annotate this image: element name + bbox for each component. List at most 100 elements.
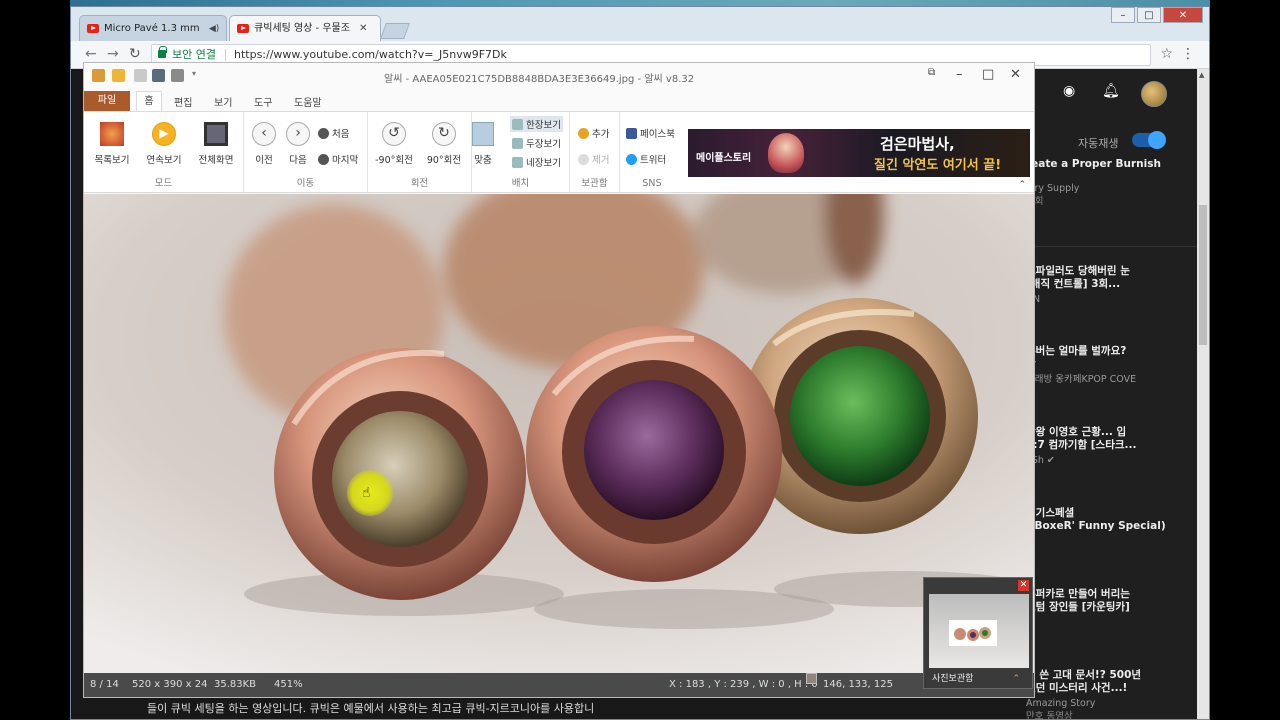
youtube-header-icons: ⋮ ◉ 🔔︎	[1026, 79, 1209, 109]
new-tab-button[interactable]	[380, 23, 410, 39]
youtube-icon	[87, 24, 99, 33]
last-button[interactable]: 마지막	[318, 152, 358, 166]
navigator-thumbnail[interactable]	[929, 594, 1029, 668]
add-button[interactable]: 추가	[578, 126, 609, 140]
image-viewer-window: ▾ 알씨 - AAEA05E021C75DB8848BDA3E3E36649.j…	[83, 62, 1035, 698]
fit-label: 맞춤	[474, 155, 492, 166]
video-meta: 상	[1026, 306, 1209, 319]
list-view-button[interactable]: 목록보기	[86, 118, 138, 166]
recommended-video-7[interactable]: 에 쓴 고대 문서!? 500년 었던 미스터리 사건...! Amazing …	[1026, 669, 1209, 719]
twitter-button[interactable]: 트위터	[626, 152, 666, 166]
autoplay-label: 자동재생	[1078, 137, 1119, 150]
single-view-button[interactable]: 한장보기	[510, 116, 563, 132]
tab-file[interactable]: 파일	[84, 91, 130, 111]
four-view-icon	[512, 157, 523, 168]
next-button[interactable]: › 다음	[272, 118, 324, 166]
tab-edit[interactable]: 편집	[174, 94, 192, 109]
print-icon[interactable]	[171, 69, 184, 82]
navigator-window[interactable]: ✕ 사진보관함 ⌃	[923, 577, 1033, 689]
video-title: reate a Proper Burnish	[1026, 158, 1161, 170]
video-title: 슈퍼카로 만들어 버리는	[1026, 588, 1130, 600]
recommended-video-1[interactable]: reate a Proper Burnish elry Supply 만회	[1026, 158, 1209, 208]
page-counter: 8 / 14	[90, 679, 119, 690]
viewer-minimize-button[interactable]: –	[956, 67, 963, 82]
minimize-button[interactable]: –	[1111, 7, 1135, 23]
scroll-up-icon[interactable]: ▲	[1199, 71, 1204, 79]
video-title: 로파일러도 당해버린 눈	[1026, 265, 1130, 277]
slideshow-button[interactable]: ▶ 연속보기	[138, 118, 190, 166]
folder-icon[interactable]	[112, 69, 125, 82]
video-meta: 만회	[1026, 195, 1209, 208]
remove-button[interactable]: 제거	[578, 152, 609, 166]
bell-icon[interactable]: 🔔︎	[1102, 83, 1120, 99]
tab-cubic-setting[interactable]: 큐빅세팅 영상 - 우물조 ✕	[229, 15, 381, 41]
image-dimensions: 520 x 390 x 24	[132, 679, 208, 690]
tab-view[interactable]: 보기	[214, 94, 232, 109]
divider	[1026, 246, 1209, 247]
facebook-button[interactable]: 페이스북	[626, 126, 675, 140]
bookmark-star-icon[interactable]: ☆	[1160, 46, 1173, 62]
recommended-video-2[interactable]: 로파일러도 당해버린 눈 [매직 컨트롤] 3회... UN 상	[1026, 265, 1209, 319]
close-button[interactable]: ✕	[1163, 7, 1203, 23]
group-move: ‹ 이전 › 다음 처음 마지막 이동	[244, 112, 368, 192]
remove-icon	[578, 154, 589, 165]
navigator-close-icon[interactable]: ✕	[1018, 580, 1029, 591]
video-title-line2: 황	[1026, 358, 1209, 371]
customize-icon[interactable]: ▾	[192, 69, 200, 82]
close-tab-icon[interactable]: ✕	[359, 23, 367, 34]
rotate-right-button[interactable]: ↻ 90°회전	[418, 118, 470, 166]
forward-icon[interactable]: →	[107, 46, 119, 62]
tab-home[interactable]: 홈	[136, 91, 162, 111]
app-icon	[92, 69, 105, 82]
rotate-left-button[interactable]: ↺ -90°회전	[368, 118, 420, 166]
fit-button[interactable]: 맞춤	[466, 118, 500, 166]
first-button[interactable]: 처음	[318, 126, 349, 140]
page-scrollbar[interactable]: ▲	[1197, 69, 1209, 719]
viewer-maximize-button[interactable]: □	[982, 67, 994, 82]
chevron-up-icon[interactable]: ⌃	[1012, 674, 1020, 684]
video-channel: aSh ✔	[1026, 455, 1055, 466]
save-icon[interactable]	[152, 69, 165, 82]
fit-icon	[472, 122, 494, 146]
rotate-right-icon: ↻	[432, 122, 456, 146]
prev-label: 이전	[255, 155, 273, 166]
recommended-video-3[interactable]: 튜버는 얼마를 벌까요? 황 노래방 옹카페KPOP COVE 상	[1026, 345, 1209, 399]
ad-subline: 질긴 악연도 여기서 끝!	[874, 158, 1002, 173]
messages-icon[interactable]: ◉	[1063, 83, 1075, 99]
viewer-close-button[interactable]: ✕	[1010, 67, 1021, 82]
reload-icon[interactable]: ↻	[129, 46, 141, 62]
video-title: 에 쓴 고대 문서!? 500년	[1026, 669, 1142, 681]
tab-tools[interactable]: 도구	[254, 94, 272, 109]
slideshow-label: 연속보기	[146, 155, 182, 166]
menu-dots-icon[interactable]: ⋮	[1181, 46, 1195, 62]
rotate-left-label: -90°회전	[375, 155, 413, 166]
video-meta: 상	[1026, 386, 1209, 399]
cursor-coords: X : 183 , Y : 239 , W : 0 , H : 0	[669, 679, 818, 690]
add-label: 추가	[592, 129, 610, 140]
fullscreen-button[interactable]: 전체화면	[190, 118, 242, 166]
two-view-icon	[512, 138, 523, 149]
tab-help[interactable]: 도움말	[294, 94, 322, 109]
two-view-button[interactable]: 두장보기	[512, 136, 561, 150]
back-icon[interactable]: ←	[85, 46, 97, 62]
undo-icon[interactable]	[134, 69, 147, 82]
ad-banner[interactable]: 메이플스토리 검은마법사, 질긴 악연도 여기서 끝!	[688, 129, 1030, 177]
maximize-button[interactable]: □	[1137, 7, 1161, 23]
recommended-video-5[interactable]: 벙기스페셜 _'BoxeR' Funny Special) 상	[1026, 507, 1209, 554]
video-channel: UN	[1026, 293, 1209, 306]
remove-label: 제거	[592, 155, 610, 166]
collapse-ribbon-icon[interactable]: ⌃	[1018, 180, 1026, 190]
photo-canvas[interactable]	[84, 194, 1034, 673]
video-title-line2: 었던 미스터리 사건...!	[1026, 682, 1128, 694]
video-title-line2: 1:7 컴까기함 [스타크...	[1026, 439, 1137, 451]
avatar[interactable]	[1141, 81, 1167, 107]
video-channel: Amazing Story	[1026, 698, 1096, 709]
restore-icon[interactable]: ⧉	[928, 67, 935, 78]
four-view-button[interactable]: 네장보기	[512, 155, 561, 169]
autoplay-toggle[interactable]	[1132, 131, 1166, 149]
scroll-thumb[interactable]	[1199, 205, 1207, 345]
tab-micro-pave[interactable]: Micro Pavé 1.3 mm ◀) ✕	[79, 15, 227, 41]
recommended-video-6[interactable]: 슈퍼카로 만들어 버리는 스텀 장인들 [카운팅카] ✔ 상	[1026, 588, 1209, 642]
speaker-icon[interactable]: ◀)	[209, 24, 219, 34]
recommended-video-4[interactable]: 판왕 이영호 근황... 입 1:7 컴까기함 [스타크... aSh ✔ 상	[1026, 426, 1209, 480]
